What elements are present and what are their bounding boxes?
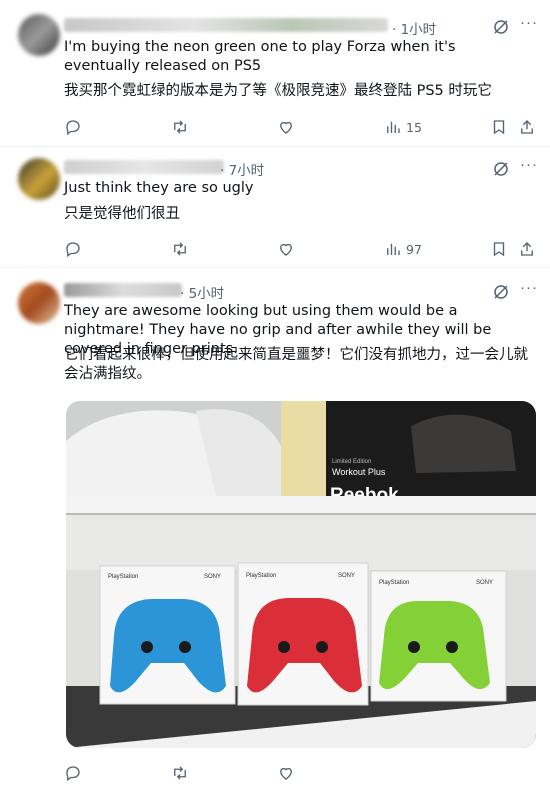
share-button[interactable] (518, 240, 536, 258)
avatar[interactable] (18, 14, 60, 56)
share-icon (521, 242, 533, 256)
tweet-2[interactable]: · 7小时 ··· Just think they are so ugly 只是… (0, 147, 550, 267)
repost-button[interactable] (171, 240, 189, 258)
grok-icon[interactable] (492, 18, 510, 36)
timestamp[interactable]: · 7小时 (220, 159, 264, 179)
repost-icon (174, 766, 186, 780)
tweet-text-zh: 它们看起来很棒，但使用起来简直是噩梦！它们没有抓地力，过一会儿就会沾满指纹。 (64, 347, 528, 382)
display-name[interactable] (64, 18, 388, 32)
reply-button[interactable] (64, 240, 82, 258)
tweet-text-en: Just think they are so ugly (64, 180, 254, 196)
analytics-icon (387, 243, 400, 255)
repost-button[interactable] (171, 764, 189, 782)
bookmark-icon (493, 120, 505, 135)
like-button[interactable] (277, 764, 295, 782)
repost-button[interactable] (171, 118, 189, 136)
view-count: 15 (406, 119, 422, 135)
controllers-photo: Limited Edition Workout Plus Reebok Play… (66, 401, 536, 748)
display-name[interactable] (64, 160, 224, 174)
more-icon[interactable]: ··· (520, 14, 538, 31)
view-count: 97 (406, 241, 422, 257)
analytics-icon (387, 121, 400, 133)
grok-icon[interactable] (492, 283, 510, 301)
like-button[interactable] (277, 118, 295, 136)
avatar[interactable] (18, 158, 60, 200)
bookmark-button[interactable] (490, 240, 508, 258)
tweet-text-en: I'm buying the neon green one to play Fo… (64, 39, 456, 74)
repost-icon (174, 242, 186, 256)
share-icon (521, 120, 533, 134)
heart-icon (280, 767, 292, 780)
box-label: Workout Plus (332, 467, 386, 477)
tweet-photo[interactable]: Limited Edition Workout Plus Reebok Play… (66, 401, 536, 748)
bookmark-icon (493, 242, 505, 257)
reply-icon (66, 242, 80, 258)
bookmark-button[interactable] (490, 118, 508, 136)
reply-icon (66, 766, 80, 782)
reply-button[interactable] (64, 118, 82, 136)
avatar[interactable] (18, 282, 60, 324)
more-icon[interactable]: ··· (520, 156, 538, 173)
reply-button[interactable] (64, 764, 82, 782)
heart-icon (280, 121, 292, 134)
grok-icon[interactable] (492, 160, 510, 178)
tweet-text-zh: 只是觉得他们很丑 (64, 206, 180, 222)
box-label-small: Limited Edition (332, 459, 371, 465)
repost-icon (174, 120, 186, 134)
display-name[interactable] (64, 283, 182, 297)
reply-icon (66, 120, 80, 136)
tweet-text-zh: 我买那个霓虹绿的版本是为了等《极限竞速》最终登陆 PS5 时玩它 (64, 83, 492, 99)
views-button[interactable]: 97 (384, 240, 422, 258)
share-button[interactable] (518, 118, 536, 136)
heart-icon (280, 243, 292, 256)
timestamp[interactable]: · 1小时 (392, 18, 436, 38)
timestamp[interactable]: · 5小时 (180, 282, 224, 302)
more-icon[interactable]: ··· (520, 279, 538, 296)
tweet-1[interactable]: · 1小时 ··· I'm buying the neon green one … (0, 0, 550, 146)
like-button[interactable] (277, 240, 295, 258)
views-button[interactable]: 15 (384, 118, 422, 136)
